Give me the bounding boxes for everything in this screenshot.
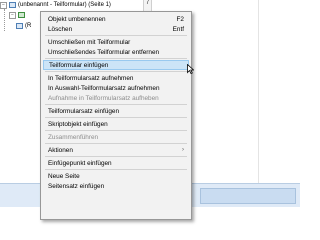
menu-separator: [45, 35, 187, 36]
collapse-icon[interactable]: −: [9, 11, 16, 19]
tree-node-child-2-label: (R: [25, 23, 32, 29]
tree-node-root[interactable]: − (unbenannt - Teilformular) (Seite 1): [0, 0, 111, 10]
menu-item-label: Objekt umbenennen: [48, 15, 106, 23]
menu-item-rename-object[interactable]: Objekt umbenennen F2: [43, 14, 189, 24]
menu-item-label: Zusammenführen: [48, 133, 99, 141]
menu-item-remove-wrapping-subform[interactable]: Umschließendes Teilformular entfernen: [43, 47, 189, 57]
menu-item-label: Löschen: [48, 25, 73, 33]
menu-item-label: Einfügepunkt einfügen: [48, 159, 112, 167]
menu-item-insert-page-set[interactable]: Seitensatz einfügen: [43, 181, 189, 191]
mouse-pointer-icon: [187, 64, 194, 74]
menu-item-add-to-choice-subform-set[interactable]: In Auswahl-Teilformularsatz aufnehmen: [43, 83, 189, 93]
menu-item-label: In Auswahl-Teilformularsatz aufnehmen: [48, 84, 160, 92]
menu-item-add-to-subform-set[interactable]: In Teilformularsatz aufnehmen: [43, 73, 189, 83]
subform-icon: [9, 2, 16, 8]
menu-separator: [45, 156, 187, 157]
menu-item-label: Aufnahme in Teilformularsatz aufheben: [48, 94, 159, 102]
menu-item-label: In Teilformularsatz aufnehmen: [48, 74, 134, 82]
menu-item-shortcut: F2: [176, 15, 184, 23]
menu-separator: [45, 169, 187, 170]
menu-item-merge[interactable]: Zusammenführen: [43, 132, 189, 142]
menu-item-label: Neue Seite: [48, 172, 80, 180]
menu-item-wrap-in-subform[interactable]: Umschließen mit Teilformular: [43, 37, 189, 47]
menu-item-insert-script-object[interactable]: Skriptobjekt einfügen: [43, 119, 189, 129]
menu-item-insert-subform[interactable]: Teilformular einfügen: [43, 60, 189, 70]
menu-item-remove-from-subform-set[interactable]: Aufnahme in Teilformularsatz aufheben: [43, 93, 189, 103]
tree-connector: [4, 9, 6, 31]
menu-separator: [45, 71, 187, 72]
menu-item-insert-insertion-point[interactable]: Einfügepunkt einfügen: [43, 158, 189, 168]
menu-separator: [45, 117, 187, 118]
tree-node-child-1[interactable]: −: [9, 10, 27, 20]
tree-node-child-2[interactable]: (R: [16, 21, 31, 31]
tree-node-root-label: (unbenannt - Teilformular) (Seite 1): [18, 2, 111, 8]
page-icon: [18, 12, 25, 18]
menu-item-label: Aktionen: [48, 146, 73, 154]
menu-separator: [45, 104, 187, 105]
menu-item-new-page[interactable]: Neue Seite: [43, 171, 189, 181]
canvas-guide-line: [258, 0, 259, 183]
menu-item-label: Seitensatz einfügen: [48, 182, 105, 190]
bottom-panel-tab[interactable]: [200, 188, 296, 204]
menu-item-delete[interactable]: Löschen Entf: [43, 24, 189, 34]
menu-separator: [45, 58, 187, 59]
menu-item-label: Umschließendes Teilformular entfernen: [48, 48, 160, 56]
ruler-mark: 7: [145, 0, 150, 6]
menu-separator: [45, 143, 187, 144]
menu-item-label: Umschließen mit Teilformular: [48, 38, 131, 46]
menu-separator: [45, 130, 187, 131]
menu-item-label: Teilformularsatz einfügen: [48, 107, 120, 115]
submenu-arrow-icon: ›: [182, 147, 184, 153]
collapse-icon[interactable]: −: [0, 1, 7, 9]
menu-item-label: Teilformular einfügen: [49, 61, 109, 69]
menu-item-insert-subform-set[interactable]: Teilformularsatz einfügen: [43, 106, 189, 116]
menu-item-label: Skriptobjekt einfügen: [48, 120, 108, 128]
menu-item-shortcut: Entf: [172, 25, 184, 33]
context-menu: Objekt umbenennen F2 Löschen Entf Umschl…: [40, 11, 192, 220]
field-icon: [16, 23, 23, 29]
menu-item-actions[interactable]: Aktionen ›: [43, 145, 189, 155]
